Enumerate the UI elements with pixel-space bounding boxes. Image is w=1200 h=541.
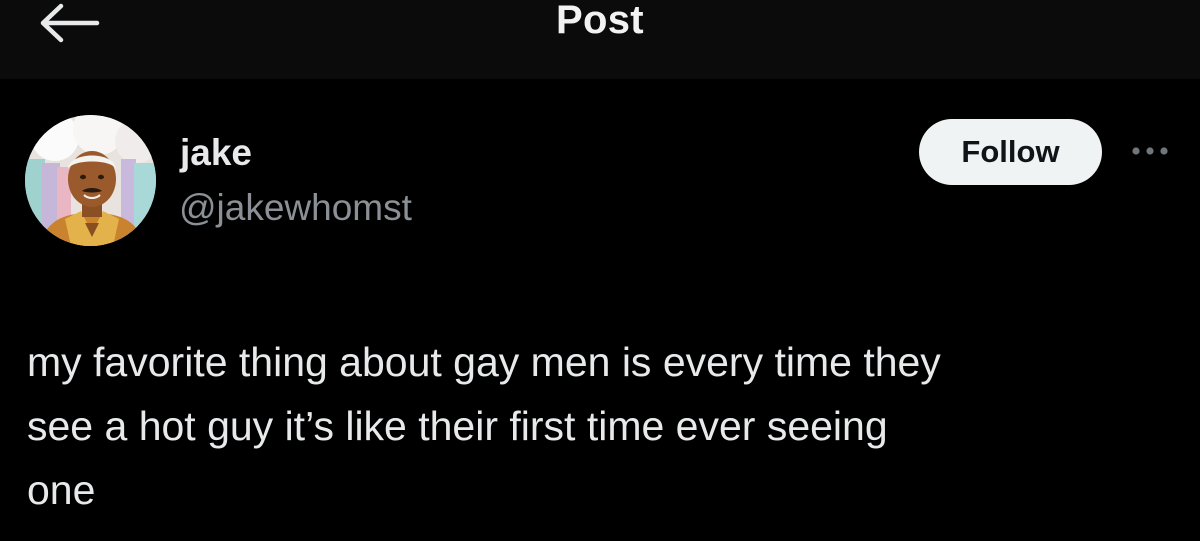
follow-button[interactable]: Follow <box>919 119 1102 185</box>
author-name[interactable]: jake <box>180 131 252 175</box>
more-horizontal-icon <box>1132 147 1168 155</box>
profile-photo <box>25 115 156 246</box>
page-title: Post <box>556 0 644 42</box>
avatar[interactable] <box>25 115 156 246</box>
more-button[interactable] <box>1126 136 1174 166</box>
author-handle[interactable]: @jakewhomst <box>179 186 412 230</box>
top-bar: Post <box>0 0 1200 79</box>
post-text: my favorite thing about gay men is every… <box>27 339 941 513</box>
